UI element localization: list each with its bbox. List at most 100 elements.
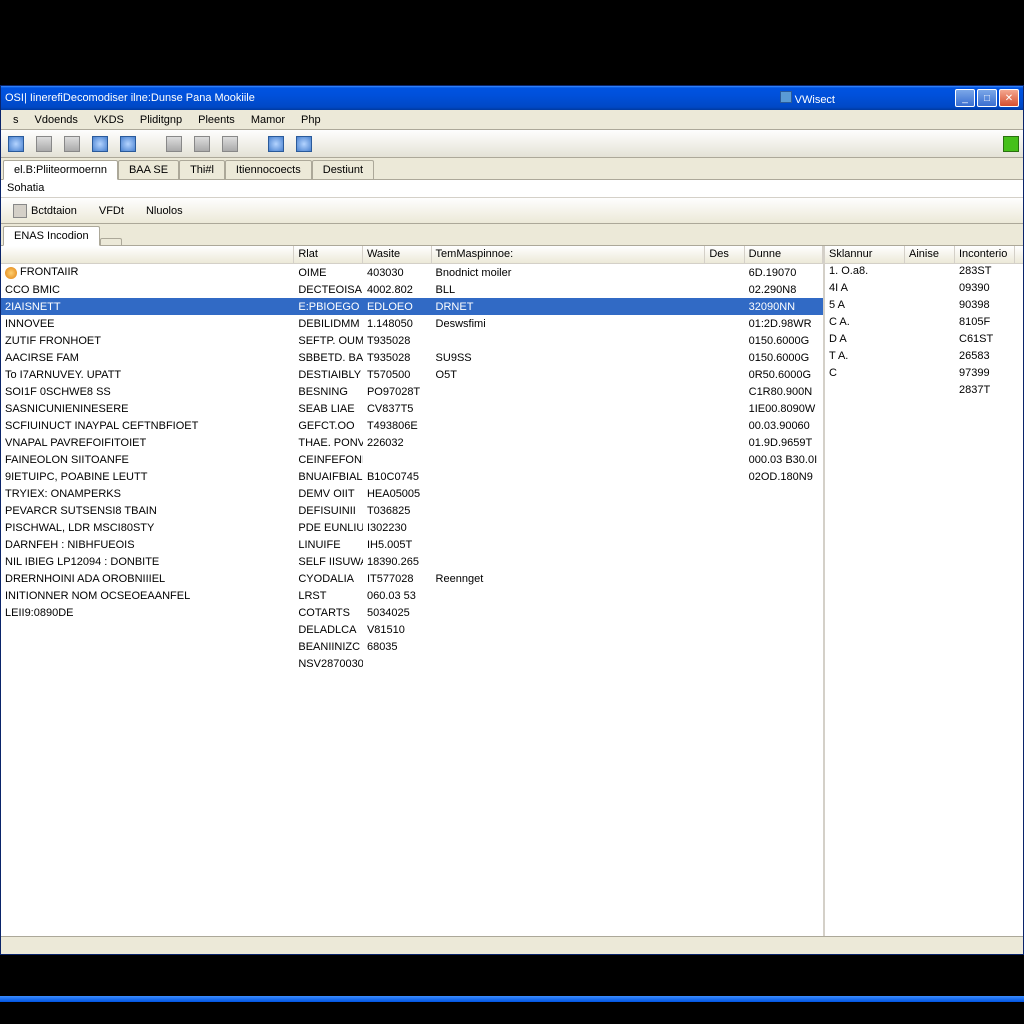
minimize-button[interactable]: _: [955, 89, 975, 107]
subtab-item[interactable]: ENAS Incodion: [3, 226, 100, 246]
table-row[interactable]: AACIRSE FAMSBBETD. BAIFT935028SU9SS0150.…: [1, 349, 823, 366]
subtool-item[interactable]: VFDt: [91, 202, 132, 220]
table-row[interactable]: 9IETUIPC, POABINE LEUTTBNUAIFBIALB10C074…: [1, 468, 823, 485]
side-row[interactable]: T A.26583: [825, 349, 1023, 366]
table-row[interactable]: DARNFEH : NIBHFUEOISLINUIFEIH5.005T: [1, 536, 823, 553]
toolbar-button[interactable]: [5, 133, 27, 155]
table-cell: DEMV OIIT: [294, 487, 363, 501]
side-col-header[interactable]: Inconterio: [955, 246, 1015, 263]
table-row[interactable]: LEII9:0890DECOTARTS5034025: [1, 604, 823, 621]
table-cell: NSV2870030: [294, 657, 363, 671]
col-header[interactable]: Rlat: [294, 246, 363, 263]
side-cell: [905, 332, 955, 349]
table-cell: AACIRSE FAM: [1, 351, 294, 365]
col-header[interactable]: Des: [705, 246, 744, 263]
table-cell: NIL IBIEG LP12094 : DONBITE: [1, 555, 294, 569]
table-row[interactable]: INNOVEEDEBILIDMM1.148050Deswsfimi01:2D.9…: [1, 315, 823, 332]
subtool-item[interactable]: Bctdtaion: [5, 201, 85, 221]
table-cell: [432, 561, 706, 563]
table-row[interactable]: To I7ARNUVEY. UPATTDESTIAIBLYT570500O5T0…: [1, 366, 823, 383]
side-row[interactable]: 2837T: [825, 383, 1023, 400]
table-cell: SASNICUNIENINESERE: [1, 402, 294, 416]
side-row[interactable]: C A.8105F: [825, 315, 1023, 332]
toolbar-button[interactable]: [191, 133, 213, 155]
table-cell: 18390.265: [363, 555, 432, 569]
table-row[interactable]: SOI1F 0SCHWE8 SSBESNINGPO97028TC1R80.900…: [1, 383, 823, 400]
table-cell: OIME: [294, 266, 363, 280]
side-row[interactable]: D AC61ST: [825, 332, 1023, 349]
table-row[interactable]: FRONTAIIROIME403030Bnodnict moiler6D.190…: [1, 264, 823, 281]
menu-item[interactable]: Php: [293, 112, 329, 128]
table-cell: [705, 272, 744, 274]
table-cell: [705, 612, 744, 614]
table-row[interactable]: INITIONNER NOM OCSEOEAANFELLRST060.03 53: [1, 587, 823, 604]
side-row[interactable]: 1. O.a8.283ST: [825, 264, 1023, 281]
side-col-header[interactable]: Ainise: [905, 246, 955, 263]
col-header[interactable]: Wasite: [363, 246, 432, 263]
table-row[interactable]: DRERNHOINI ADA OROBNIIIELCYODALIAIT57702…: [1, 570, 823, 587]
tool-icon: [8, 136, 24, 152]
toolbar-button[interactable]: [163, 133, 185, 155]
table-cell: SEFTP. OUM: [294, 334, 363, 348]
table-row[interactable]: ZUTIF FRONHOETSEFTP. OUMT9350280150.6000…: [1, 332, 823, 349]
maximize-button[interactable]: □: [977, 89, 997, 107]
table-cell: PISCHWAL, LDR MSCI80STY: [1, 521, 294, 535]
toolbar-button[interactable]: [265, 133, 287, 155]
toolbar-button[interactable]: [219, 133, 241, 155]
menu-item[interactable]: s: [5, 112, 27, 128]
subtool-item[interactable]: Nluolos: [138, 202, 191, 220]
table-cell: [705, 544, 744, 546]
table-cell: SU9SS: [432, 351, 706, 365]
menu-item[interactable]: Mamor: [243, 112, 293, 128]
table-row[interactable]: DELADLCAV81510: [1, 621, 823, 638]
col-header[interactable]: TemMaspinnoe:: [432, 246, 706, 263]
side-cell: [905, 349, 955, 366]
table-cell: HEA05005: [363, 487, 432, 501]
table-cell: 9IETUIPC, POABINE LEUTT: [1, 470, 294, 484]
table-cell: [432, 527, 706, 529]
side-cell: 09390: [955, 281, 1015, 298]
col-header[interactable]: Dunne: [745, 246, 823, 263]
table-row[interactable]: PEVARCR SUTSENSI8 TBAINDEFISUINIIT036825: [1, 502, 823, 519]
side-row[interactable]: 4I A09390: [825, 281, 1023, 298]
table-row[interactable]: TRYIEX: ONAMPERKSDEMV OIITHEA05005: [1, 485, 823, 502]
menu-item[interactable]: Pliditgnp: [132, 112, 190, 128]
toolbar-button[interactable]: [89, 133, 111, 155]
table-row[interactable]: SCFIUINUCT INAYPAL CEFTNBFIOETGEFCT.OOT4…: [1, 417, 823, 434]
table-row[interactable]: NSV2870030: [1, 655, 823, 672]
table-cell: V81510: [363, 623, 432, 637]
table-row[interactable]: 2IAISNETTE:PBIOEGOEDLOEODRNET32090NN: [1, 298, 823, 315]
tab-item[interactable]: Itiennocoects: [225, 160, 312, 179]
tab-main[interactable]: el.B:Pliiteormoernn: [3, 160, 118, 180]
menu-item[interactable]: VKDS: [86, 112, 132, 128]
close-button[interactable]: ✕: [999, 89, 1019, 107]
table-row[interactable]: SASNICUNIENINESERESEAB LIAECV837T51IE00.…: [1, 400, 823, 417]
side-col-header[interactable]: Sklannur: [825, 246, 905, 263]
table-cell: [745, 629, 823, 631]
side-row[interactable]: 5 A90398: [825, 298, 1023, 315]
menu-item[interactable]: Pleents: [190, 112, 243, 128]
subtab-item[interactable]: [100, 238, 122, 245]
tab-item[interactable]: Destiunt: [312, 160, 374, 179]
table-cell: [705, 476, 744, 478]
side-row[interactable]: C97399: [825, 366, 1023, 383]
table-row[interactable]: NIL IBIEG LP12094 : DONBITESELF IISUWA18…: [1, 553, 823, 570]
table-row[interactable]: BEANIINIZC68035: [1, 638, 823, 655]
col-header[interactable]: [1, 246, 294, 263]
tab-item[interactable]: Thi#l: [179, 160, 225, 179]
menu-item[interactable]: Vdoends: [27, 112, 86, 128]
table-row[interactable]: PISCHWAL, LDR MSCI80STYPDE EUNLIUI302230: [1, 519, 823, 536]
table-row[interactable]: VNAPAL PAVREFOIFITOIETTHAE. PONVI2260320…: [1, 434, 823, 451]
table-cell: PO97028T: [363, 385, 432, 399]
toolbar-button[interactable]: [61, 133, 83, 155]
table-row[interactable]: CCO BMICDECTEOISA4002.802BLL02.290N8: [1, 281, 823, 298]
table-cell: [745, 663, 823, 665]
toolbar-button[interactable]: [293, 133, 315, 155]
table-row[interactable]: FAINEOLON SIITOANFECEINFEFONIPB305TI000.…: [1, 451, 823, 468]
tab-item[interactable]: BAA SE: [118, 160, 179, 179]
table-cell: Reennget: [432, 572, 706, 586]
toolbar-button[interactable]: [33, 133, 55, 155]
titlebar: OSI| IinerefiDecomodiser ilne:Dunse Pana…: [1, 86, 1023, 110]
toolbar-button[interactable]: [117, 133, 139, 155]
table-cell: DECTEOISA: [294, 283, 363, 297]
